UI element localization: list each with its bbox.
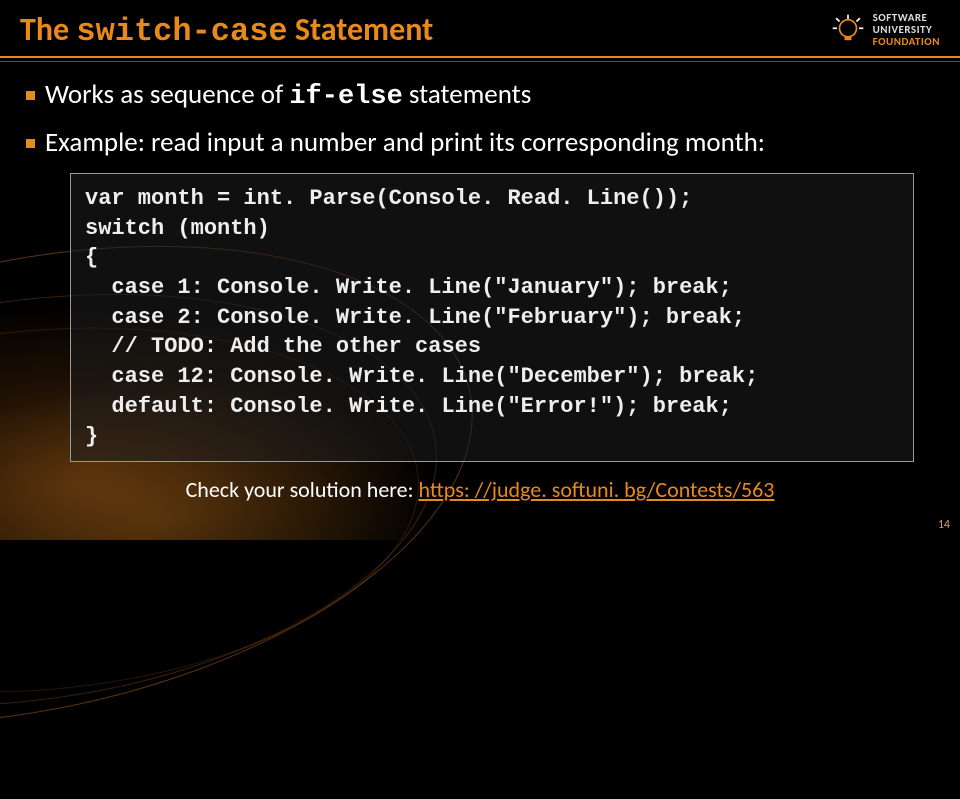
logo-line3: FOUNDATION (873, 36, 940, 48)
solution-link[interactable]: https: //judge. softuni. bg/Contests/563 (418, 476, 774, 503)
check-prefix: Check your solution here: (186, 476, 419, 503)
bullet1-suffix: statements (403, 78, 532, 111)
logo-text: SOFTWARE UNIVERSITY FOUNDATION (873, 12, 940, 48)
title-code: switch-case (76, 13, 287, 50)
bullet-square-icon (26, 139, 35, 148)
slide-header: The switch-case Statement SOFTWARE UNIVE… (0, 0, 960, 56)
lightbulb-icon (831, 13, 865, 47)
title-suffix: Statement (288, 10, 434, 49)
check-solution-line: Check your solution here: https: //judge… (26, 476, 934, 503)
bullet1-prefix: Works as sequence of (45, 78, 289, 111)
title-prefix: The (20, 10, 76, 49)
logo: SOFTWARE UNIVERSITY FOUNDATION (831, 12, 940, 48)
bullet-square-icon (26, 91, 35, 100)
bullet-2: Example: read input a number and print i… (26, 126, 934, 159)
bullet-1: Works as sequence of if-else statements (26, 78, 934, 112)
bullet2-text: Example: read input a number and print i… (45, 126, 765, 159)
slide-content: Works as sequence of if-else statements … (0, 56, 960, 503)
bullet1-code: if-else (289, 82, 402, 112)
code-block: var month = int. Parse(Console. Read. Li… (70, 173, 914, 462)
page-number: 14 (938, 518, 950, 532)
slide-title: The switch-case Statement (20, 10, 433, 50)
